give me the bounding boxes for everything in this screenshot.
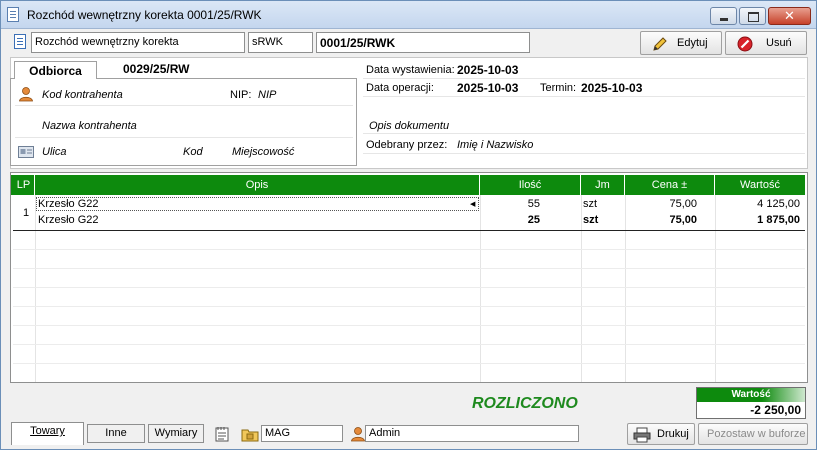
row-cena: 75,00 — [669, 198, 697, 210]
number-field[interactable]: 0001/25/RWK — [316, 32, 530, 53]
due-date-label: Termin: — [540, 82, 577, 94]
address-card-icon — [18, 146, 34, 158]
delete-icon — [737, 36, 753, 52]
divider — [363, 96, 805, 97]
issue-date-value[interactable]: 2025-10-03 — [457, 63, 518, 77]
status-badge: ROZLICZONO — [472, 395, 578, 412]
row-wartosc: 4 125,00 — [757, 198, 800, 210]
due-date-value[interactable]: 2025-10-03 — [581, 81, 642, 95]
tab-odbiorca[interactable]: Odbiorca — [14, 61, 97, 79]
divider — [15, 105, 353, 106]
contractor-icon — [19, 87, 33, 102]
items-table: LP Opis Ilość Jm Cena ± Wartość 1 Krzesł… — [10, 172, 808, 383]
printer-icon — [633, 427, 651, 443]
total-value-box: Wartość -2 250,00 — [696, 387, 806, 419]
minimize-button[interactable] — [710, 7, 737, 25]
close-button[interactable]: ✕ — [768, 7, 811, 25]
tab-wymiary[interactable]: Wymiary — [148, 424, 204, 443]
row-ilosc: 25 — [527, 214, 540, 226]
nip-value[interactable]: NIP — [258, 89, 276, 101]
row-ilosc: 55 — [527, 198, 540, 210]
row-opis: Krzesło G22 — [38, 198, 99, 210]
divider — [363, 78, 805, 79]
total-value: -2 250,00 — [750, 403, 801, 417]
divider — [363, 153, 805, 154]
doc-type-field[interactable]: Rozchód wewnętrzny korekta — [31, 32, 245, 53]
arrow-left-icon[interactable]: ◀ — [470, 200, 475, 208]
row-cena: 75,00 — [669, 214, 697, 226]
column-header-wartosc[interactable]: Wartość — [715, 175, 805, 195]
delete-label: Usuń — [766, 37, 792, 49]
print-button[interactable]: Drukuj — [627, 423, 695, 445]
user-field[interactable]: Admin — [365, 425, 579, 442]
window-title: Rozchód wewnętrzny korekta 0001/25/RWK — [27, 8, 262, 22]
city-label[interactable]: Miejscowość — [232, 146, 294, 158]
row-opis: Krzesło G22 — [38, 214, 99, 226]
received-by-value[interactable]: Imię i Nazwisko — [457, 139, 533, 151]
pencil-icon — [653, 37, 667, 51]
operation-date-value[interactable]: 2025-10-03 — [457, 81, 518, 95]
row-lp: 1 — [23, 207, 30, 219]
maximize-button[interactable] — [739, 7, 766, 25]
issue-date-label: Data wystawienia: — [366, 64, 455, 76]
total-value-label: Wartość — [697, 388, 805, 402]
column-header-cena[interactable]: Cena ± — [625, 175, 715, 195]
leave-in-buffer-button[interactable]: Pozostaw w buforze — [698, 423, 808, 445]
user-icon — [351, 427, 365, 442]
leave-in-buffer-label: Pozostaw w buforze — [707, 428, 806, 440]
tab-towary[interactable]: Towary — [11, 422, 84, 445]
edit-button[interactable]: Edytuj — [640, 31, 722, 55]
divider — [363, 133, 805, 134]
column-header-ilosc[interactable]: Ilość — [480, 175, 581, 195]
notes-icon[interactable] — [215, 426, 229, 442]
warehouse-field[interactable]: MAG — [261, 425, 343, 442]
divider — [15, 137, 353, 138]
document-icon — [14, 34, 26, 49]
contractor-name-label[interactable]: Nazwa kontrahenta — [42, 120, 137, 132]
warehouse-icon — [241, 429, 259, 442]
series-field[interactable]: sRWK — [248, 32, 313, 53]
row-wartosc: 1 875,00 — [757, 214, 800, 226]
delete-button[interactable]: Usuń — [725, 31, 807, 55]
document-description[interactable]: Opis dokumentu — [369, 120, 449, 132]
document-icon — [7, 7, 19, 22]
selected-cell[interactable] — [36, 197, 479, 211]
title-bar: Rozchód wewnętrzny korekta 0001/25/RWK ✕ — [1, 1, 816, 29]
document-window: Rozchód wewnętrzny korekta 0001/25/RWK ✕… — [0, 0, 817, 450]
nip-label: NIP: — [230, 89, 252, 101]
print-label: Drukuj — [657, 428, 689, 440]
postcode-label[interactable]: Kod — [183, 146, 203, 158]
edit-label: Edytuj — [677, 37, 708, 49]
column-header-opis[interactable]: Opis — [35, 175, 480, 195]
close-icon: ✕ — [784, 8, 795, 23]
tab-inne[interactable]: Inne — [87, 424, 145, 443]
contractor-code-label[interactable]: Kod kontrahenta — [42, 89, 123, 101]
received-by-label: Odebrany przez: — [366, 139, 448, 151]
street-label[interactable]: Ulica — [42, 146, 66, 158]
source-doc-number: 0029/25/RW — [123, 62, 190, 76]
column-header-jm[interactable]: Jm — [581, 175, 625, 195]
column-header-lp[interactable]: LP — [13, 175, 35, 195]
row-jm: szt — [583, 198, 598, 210]
operation-date-label: Data operacji: — [366, 82, 434, 94]
row-jm: szt — [583, 214, 599, 226]
